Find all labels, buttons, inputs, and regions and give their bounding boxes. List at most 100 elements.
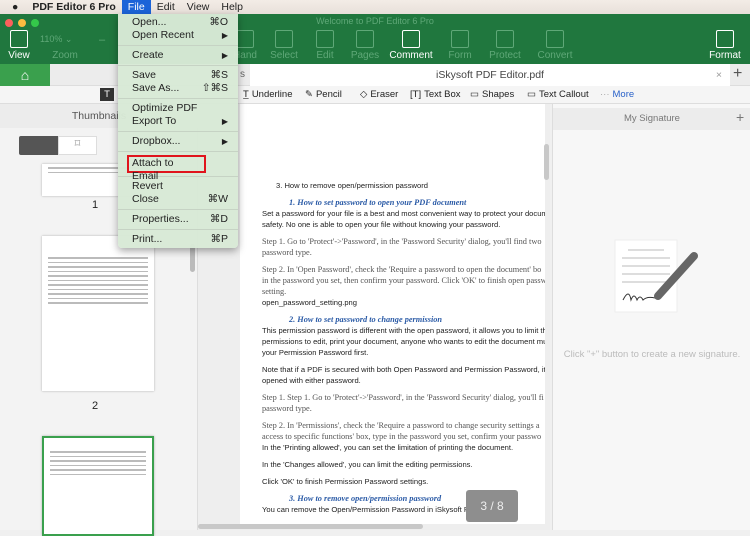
lock-icon bbox=[496, 30, 514, 48]
text-callout-icon: ▭ bbox=[527, 89, 536, 100]
new-tab-button[interactable]: + bbox=[733, 64, 742, 84]
more-tools-button[interactable]: ··· More bbox=[600, 89, 634, 100]
menu-item-revert[interactable]: Revert bbox=[118, 180, 238, 193]
eraser-icon: ◇ bbox=[360, 89, 368, 100]
more-icon: ··· bbox=[600, 89, 610, 100]
signature-title: My Signature bbox=[553, 108, 750, 130]
doc-line: In the 'Changes allowed', you can limit … bbox=[262, 460, 473, 469]
doc-line: Step 2. In 'Open Password', check the 'R… bbox=[262, 265, 542, 274]
document-area: 3. How to remove open/permission passwor… bbox=[198, 104, 550, 530]
doc-line: setting. bbox=[262, 287, 287, 296]
signature-hint: Click "+" button to create a new signatu… bbox=[563, 349, 741, 360]
text-box-tool[interactable]: [T] Text Box bbox=[410, 89, 461, 100]
signature-illustration-icon bbox=[614, 239, 698, 313]
pages-icon bbox=[356, 30, 374, 48]
menu-item-save[interactable]: Save ⌘S bbox=[118, 69, 238, 82]
comment-button[interactable]: Comment bbox=[386, 30, 436, 61]
menu-item-dropbox[interactable]: Dropbox... ▶ bbox=[118, 135, 238, 148]
apple-icon[interactable]: ● bbox=[0, 0, 26, 14]
menu-bar: ● PDF Editor 6 Pro File Edit View Help bbox=[0, 0, 750, 14]
page-indicator: 3 / 8 bbox=[466, 490, 518, 522]
doc-line: Click 'OK' to finish Permission Password… bbox=[262, 477, 429, 486]
tab-bar: ⌂ s iSkysoft PDF Editor.pdf × + bbox=[0, 64, 750, 86]
menu-item-create[interactable]: Create ▶ bbox=[118, 49, 238, 62]
close-tab-icon[interactable]: × bbox=[716, 64, 722, 86]
window-title: Welcome to PDF Editor 6 Pro bbox=[316, 16, 434, 26]
underline-tool[interactable]: T̲ Underline bbox=[243, 89, 292, 100]
zoom-label: Zoom bbox=[52, 50, 78, 61]
horizontal-scrollbar[interactable] bbox=[198, 524, 423, 529]
form-button[interactable]: Form bbox=[435, 30, 485, 61]
menu-file[interactable]: File bbox=[121, 0, 151, 14]
doc-line: your Permission Password first. bbox=[262, 348, 369, 357]
menu-separator bbox=[118, 151, 238, 152]
menu-separator bbox=[118, 65, 238, 66]
zoom-select[interactable]: 110% ⌄ bbox=[40, 34, 90, 45]
bookmarks-view-button[interactable]: ⌑ bbox=[58, 136, 97, 155]
menu-edit[interactable]: Edit bbox=[151, 0, 181, 14]
pencil-tool[interactable]: ✎ Pencil bbox=[305, 89, 342, 100]
menu-item-print[interactable]: Print... ⌘P bbox=[118, 233, 238, 246]
menu-view[interactable]: View bbox=[181, 0, 216, 14]
hand-icon bbox=[236, 30, 254, 48]
page-number-1: 1 bbox=[92, 199, 99, 211]
doc-line: Step 1. Step 1. Go to 'Protect'->'Passwo… bbox=[262, 393, 544, 402]
shapes-tool[interactable]: ▭ Shapes bbox=[470, 89, 514, 100]
comment-toolbar: T T̲ Underline ✎ Pencil ◇ Eraser [T] Text Bo… bbox=[0, 86, 750, 104]
view-button[interactable]: View bbox=[0, 30, 44, 61]
menu-item-save-as[interactable]: Save As... ⇧⌘S bbox=[118, 82, 238, 95]
doc-line: password type. bbox=[262, 248, 312, 257]
doc-line: Step 2. In 'Permissions', check the 'Req… bbox=[262, 421, 540, 430]
menu-separator bbox=[118, 98, 238, 99]
text-tool-icon[interactable]: T bbox=[100, 88, 114, 101]
minimize-window-button[interactable] bbox=[18, 19, 26, 27]
thumbnail-page-3[interactable] bbox=[42, 436, 154, 536]
doc-line: permissions to edit, print your document… bbox=[262, 337, 545, 346]
add-signature-button[interactable]: + bbox=[736, 109, 744, 125]
menu-item-optimize-pdf[interactable]: Optimize PDF bbox=[118, 102, 238, 115]
menu-item-open[interactable]: Open... ⌘O bbox=[118, 16, 238, 29]
thumbnail-page-2[interactable] bbox=[42, 236, 154, 391]
comment-icon bbox=[402, 30, 420, 48]
doc-line: access to specific functions' box, type … bbox=[262, 432, 542, 441]
menu-item-close[interactable]: Close ⌘W bbox=[118, 193, 238, 206]
zoom-window-button[interactable] bbox=[31, 19, 39, 27]
menu-separator bbox=[118, 209, 238, 210]
menu-item-attach-to-email[interactable]: Attach to Email bbox=[127, 155, 206, 182]
menu-item-properties[interactable]: Properties... ⌘D bbox=[118, 213, 238, 226]
page-number-2: 2 bbox=[92, 400, 99, 412]
menu-item-open-recent[interactable]: Open Recent ▶ bbox=[118, 29, 238, 42]
doc-line: This permission password is different wi… bbox=[262, 326, 545, 335]
text-callout-tool[interactable]: ▭ Text Callout bbox=[527, 89, 589, 100]
doc-heading: 2. How to set password to change permiss… bbox=[289, 315, 443, 324]
menu-separator bbox=[118, 45, 238, 46]
doc-line: open_password_setting.png bbox=[262, 298, 357, 307]
home-icon: ⌂ bbox=[20, 67, 30, 83]
doc-line: opened with either password. bbox=[262, 376, 361, 385]
pages-button[interactable]: Pages bbox=[340, 30, 390, 61]
view-icon bbox=[10, 30, 28, 48]
home-tab[interactable]: ⌂ bbox=[0, 64, 50, 86]
pencil-icon: ✎ bbox=[305, 89, 313, 100]
doc-line: Set a password for your file is a best a… bbox=[262, 209, 545, 218]
convert-button[interactable]: Convert bbox=[530, 30, 580, 61]
protect-button[interactable]: Protect bbox=[480, 30, 530, 61]
bookmark-icon: ⌑ bbox=[74, 138, 81, 150]
doc-line: 3. How to remove open/permission passwor… bbox=[276, 181, 428, 190]
doc-line: Note that if a PDF is secured with both … bbox=[262, 365, 545, 374]
doc-line: In the 'Printing allowed', you can set t… bbox=[262, 443, 514, 452]
zoom-out-button[interactable]: – bbox=[99, 34, 105, 46]
close-window-button[interactable] bbox=[5, 19, 13, 27]
thumbnails-view-button[interactable] bbox=[19, 136, 58, 155]
vertical-scrollbar[interactable] bbox=[544, 144, 549, 180]
shapes-icon: ▭ bbox=[470, 89, 479, 100]
sidebar-scrollbar[interactable] bbox=[190, 244, 195, 272]
app-menu[interactable]: PDF Editor 6 Pro bbox=[26, 0, 121, 14]
doc-line: Step 1. Go to 'Protect'->'Password', in … bbox=[262, 237, 542, 246]
menu-help[interactable]: Help bbox=[215, 0, 249, 14]
menu-item-export-to[interactable]: Export To ▶ bbox=[118, 115, 238, 128]
eraser-tool[interactable]: ◇ Eraser bbox=[360, 89, 398, 100]
format-button[interactable]: Format bbox=[700, 30, 750, 61]
tab-document[interactable]: iSkysoft PDF Editor.pdf × bbox=[250, 64, 730, 86]
doc-line: safety. No one is able to open your file… bbox=[262, 220, 501, 229]
